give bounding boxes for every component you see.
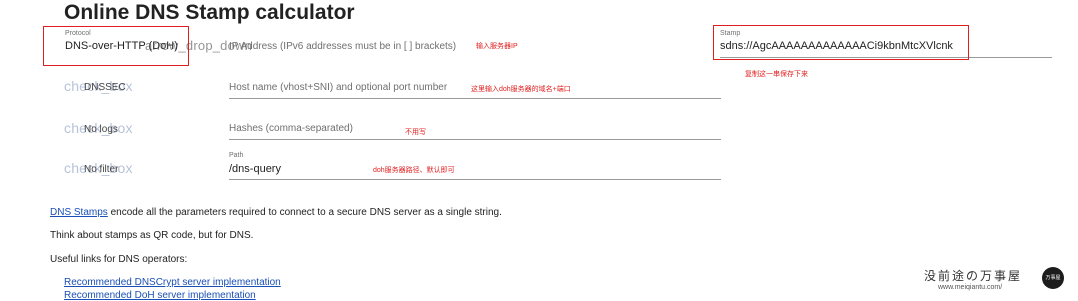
- no-filter-checkbox-label[interactable]: No filter: [84, 164, 118, 175]
- hostname-input[interactable]: Host name (vhost+SNI) and optional port …: [229, 82, 447, 93]
- watermark: 没前途の万事屋 www.meiqiantu.com/ 万事屋: [924, 266, 1064, 296]
- stamp-annotation: 复制这一串保存下来: [745, 71, 808, 78]
- no-logs-checkbox-label[interactable]: No logs: [84, 124, 118, 135]
- description-paragraph-3: Useful links for DNS operators:: [50, 254, 188, 265]
- dnscrypt-implementation-link[interactable]: Recommended DNSCrypt server implementati…: [64, 277, 281, 288]
- dnssec-checkbox-label[interactable]: DNSSEC: [84, 82, 126, 93]
- watermark-seal: 万事屋: [1042, 267, 1064, 289]
- ip-address-input[interactable]: IP Address (IPv6 addresses must be in [ …: [229, 41, 456, 52]
- stamp-highlight-box: [713, 25, 969, 60]
- path-label: Path: [229, 152, 244, 159]
- watermark-url: www.meiqiantu.com/: [938, 284, 1003, 291]
- ip-annotation: 输入服务器IP: [476, 43, 518, 50]
- hashes-underline: [229, 139, 721, 140]
- dns-stamps-link[interactable]: DNS Stamps: [50, 207, 108, 218]
- description-text-1: encode all the parameters required to co…: [107, 207, 502, 218]
- description-paragraph-1: DNS Stamps encode all the parameters req…: [50, 207, 502, 218]
- protocol-highlight-box: [43, 26, 189, 66]
- page-title: Online DNS Stamp calculator: [64, 1, 355, 24]
- path-underline: [229, 179, 721, 180]
- hashes-annotation: 不用写: [405, 129, 426, 136]
- hashes-input[interactable]: Hashes (comma-separated): [229, 123, 353, 134]
- description-paragraph-2: Think about stamps as QR code, but for D…: [50, 230, 254, 241]
- hostname-annotation: 这里输入doh服务器的域名+端口: [471, 86, 571, 93]
- watermark-text: 没前途の万事屋: [924, 269, 1023, 283]
- path-input[interactable]: /dns-query: [229, 163, 281, 175]
- path-annotation: doh服务器路径、默认即可: [373, 167, 455, 174]
- hostname-underline: [229, 98, 721, 99]
